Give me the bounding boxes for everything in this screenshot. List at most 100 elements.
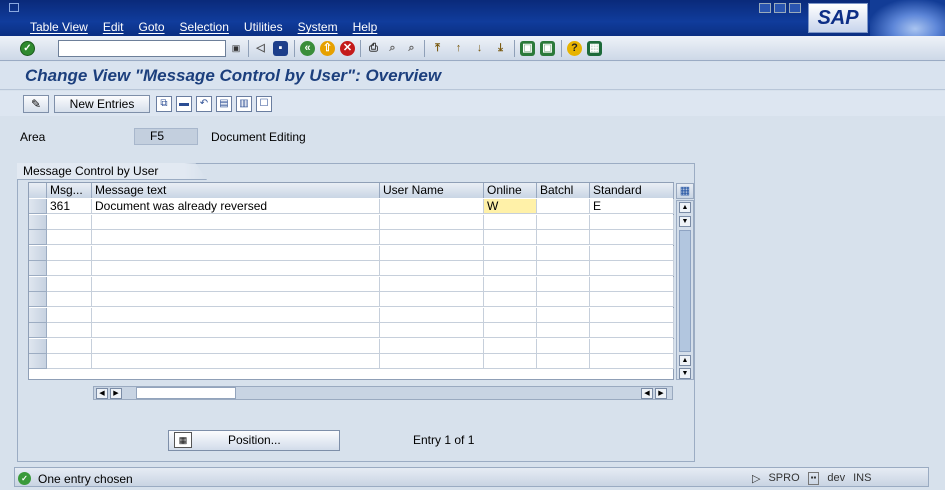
empty-cell[interactable] [92, 214, 380, 230]
empty-cell[interactable] [380, 354, 484, 369]
empty-cell[interactable] [380, 214, 484, 230]
find-next-icon[interactable]: ⌕ [404, 41, 419, 56]
empty-cell[interactable] [484, 323, 537, 338]
empty-cell[interactable] [92, 323, 380, 338]
empty-cell[interactable] [590, 307, 674, 323]
find-icon[interactable]: ⌕ [385, 41, 400, 56]
column-header-online[interactable]: Online [484, 183, 537, 198]
back-arrow-icon[interactable]: ◁ [253, 41, 268, 56]
first-page-icon[interactable]: ⤒ [430, 41, 445, 56]
empty-cell[interactable] [47, 245, 92, 261]
new-entries-button[interactable]: New Entries [54, 95, 150, 113]
empty-cell[interactable] [484, 292, 537, 307]
empty-cell[interactable] [537, 276, 590, 292]
empty-cell[interactable] [537, 230, 590, 245]
empty-cell[interactable] [537, 245, 590, 261]
vertical-scroll-thumb[interactable] [679, 230, 691, 352]
row-selector[interactable] [29, 261, 47, 276]
scroll-right-icon[interactable]: ▶ [110, 388, 122, 399]
row-selector[interactable] [29, 245, 47, 261]
empty-cell[interactable] [590, 245, 674, 261]
select-all-icon[interactable]: ▤ [216, 96, 232, 112]
empty-cell[interactable] [590, 338, 674, 354]
empty-cell[interactable] [380, 307, 484, 323]
empty-cell[interactable] [380, 245, 484, 261]
column-header-message-text[interactable]: Message text [92, 183, 380, 198]
empty-cell[interactable] [590, 323, 674, 338]
cell-batch[interactable] [537, 199, 590, 214]
save-icon[interactable]: ▪ [273, 41, 288, 56]
previous-page-icon[interactable]: ↑ [451, 41, 466, 56]
print-icon[interactable]: ⎙ [366, 41, 381, 56]
empty-cell[interactable] [537, 338, 590, 354]
display-change-button[interactable]: ✎ [23, 95, 49, 113]
empty-cell[interactable] [484, 338, 537, 354]
page-down-icon[interactable]: ▲ [679, 355, 691, 366]
empty-cell[interactable] [590, 292, 674, 307]
status-mode[interactable]: INS [853, 472, 871, 485]
empty-cell[interactable] [590, 261, 674, 276]
empty-cell[interactable] [92, 292, 380, 307]
system-menu-icon[interactable] [9, 3, 19, 12]
empty-cell[interactable] [380, 292, 484, 307]
cell-user[interactable] [380, 199, 484, 214]
empty-cell[interactable] [380, 323, 484, 338]
copy-as-icon[interactable]: ⧉ [156, 96, 172, 112]
empty-cell[interactable] [92, 338, 380, 354]
status-system-icon[interactable]: ▪▪ [807, 472, 820, 485]
empty-cell[interactable] [380, 338, 484, 354]
empty-cell[interactable] [92, 230, 380, 245]
empty-cell[interactable] [590, 354, 674, 369]
empty-cell[interactable] [92, 261, 380, 276]
empty-cell[interactable] [92, 276, 380, 292]
empty-cell[interactable] [537, 323, 590, 338]
empty-cell[interactable] [380, 230, 484, 245]
menu-table-view[interactable]: Table View [30, 20, 88, 34]
empty-cell[interactable] [47, 276, 92, 292]
empty-cell[interactable] [590, 230, 674, 245]
next-page-icon[interactable]: ↓ [472, 41, 487, 56]
empty-cell[interactable] [484, 245, 537, 261]
help-icon[interactable]: ? [567, 41, 582, 56]
close-icon[interactable] [789, 3, 801, 13]
empty-cell[interactable] [92, 354, 380, 369]
horizontal-scroll-thumb[interactable] [136, 387, 236, 399]
empty-cell[interactable] [484, 230, 537, 245]
cell-online[interactable]: W [484, 199, 537, 214]
empty-cell[interactable] [590, 276, 674, 292]
scroll-left-end-icon[interactable]: ◀ [641, 388, 653, 399]
page-up-icon[interactable]: ▼ [679, 216, 691, 227]
menu-system[interactable]: System [298, 20, 338, 34]
column-header-standard[interactable]: Standard [590, 183, 674, 198]
scroll-right-end-icon[interactable]: ▶ [655, 388, 667, 399]
row-selector[interactable] [29, 323, 47, 338]
enter-check-icon[interactable]: ✓ [20, 41, 35, 56]
row-selector[interactable] [29, 230, 47, 245]
minimize-icon[interactable] [759, 3, 771, 13]
status-expand-icon[interactable]: ▷ [752, 472, 760, 485]
column-header-msg[interactable]: Msg... [47, 183, 92, 198]
last-page-icon[interactable]: ⤓ [493, 41, 508, 56]
empty-cell[interactable] [380, 276, 484, 292]
empty-cell[interactable] [47, 214, 92, 230]
column-header-user-name[interactable]: User Name [380, 183, 484, 198]
empty-cell[interactable] [484, 307, 537, 323]
row-selector[interactable] [29, 354, 47, 369]
row-selector[interactable] [29, 199, 47, 214]
menu-edit[interactable]: Edit [103, 20, 124, 34]
row-selector[interactable] [29, 214, 47, 230]
row-selector[interactable] [29, 307, 47, 323]
column-header-batch[interactable]: Batchl [537, 183, 590, 198]
new-session-icon[interactable]: ▣ [520, 41, 535, 56]
empty-cell[interactable] [537, 307, 590, 323]
empty-cell[interactable] [484, 276, 537, 292]
command-field[interactable] [58, 40, 226, 57]
cell-standard[interactable]: E [590, 199, 674, 214]
create-shortcut-icon[interactable]: ▣ [540, 41, 555, 56]
table-settings-icon[interactable]: ▦ [676, 183, 694, 199]
row-selector[interactable] [29, 292, 47, 307]
empty-cell[interactable] [484, 214, 537, 230]
menu-selection[interactable]: Selection [180, 20, 229, 34]
empty-cell[interactable] [47, 338, 92, 354]
undo-change-icon[interactable]: ↶ [196, 96, 212, 112]
